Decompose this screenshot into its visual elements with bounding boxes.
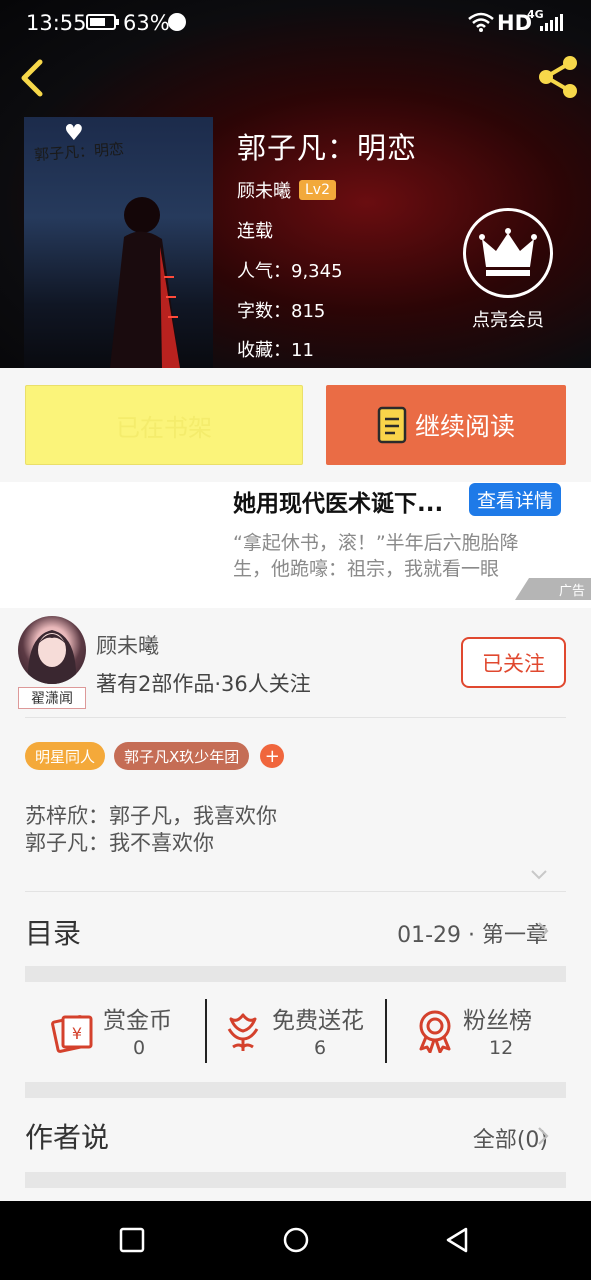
cover-title: 郭子凡：明恋 — [33, 139, 125, 165]
free-flower-stat[interactable]: 免费送花 6 — [207, 995, 385, 1067]
chevron-down-icon[interactable] — [530, 866, 548, 884]
author-card: 翟潇闻 顾未曦 著有2部作品·36人关注 已关注 — [0, 608, 591, 718]
wifi-icon — [468, 12, 494, 32]
book-icon — [377, 406, 407, 444]
svg-text:¥: ¥ — [72, 1024, 82, 1043]
continue-reading-label: 继续阅读 — [414, 412, 515, 441]
vip-button[interactable]: 点亮会员 — [463, 208, 553, 331]
section-separator — [25, 1082, 566, 1098]
tag-item[interactable]: 郭子凡X玖少年团 — [114, 742, 250, 770]
ribbon-medal-icon — [419, 1010, 451, 1053]
flower-icon — [227, 1013, 259, 1051]
intro-line: 苏梓欣：郭子凡，我喜欢你 — [25, 804, 277, 828]
author-row[interactable]: 顾未曦 Lv2 — [237, 177, 336, 203]
book-detail-screen: 13:55 63% HD 4G ♥ 郭子凡：明恋 郭子凡：明恋 顾未曦 Lv2 … — [0, 0, 591, 1280]
continue-reading-button[interactable]: 继续阅读 — [326, 385, 566, 465]
ad-title[interactable]: 她用现代医术诞下... — [233, 484, 443, 518]
book-header: 13:55 63% HD 4G ♥ 郭子凡：明恋 郭子凡：明恋 顾未曦 Lv2 … — [0, 0, 591, 368]
battery-icon — [86, 14, 119, 30]
globe-icon — [168, 13, 186, 31]
stat-value: 6 — [314, 1037, 327, 1059]
battery-percent: 63% — [123, 11, 170, 35]
catalog-latest-chapter[interactable]: 01-29 · 第一章 — [397, 917, 548, 949]
crown-icon — [463, 208, 553, 298]
intro-line: 郭子凡：我不喜欢你 — [25, 831, 214, 855]
tag-item[interactable]: 明星同人 — [25, 742, 106, 770]
cover-person-image — [110, 197, 180, 368]
catalog-title[interactable]: 目录 — [25, 912, 81, 952]
stats-row: ¥ 赏金币 0 免费送花 6 粉丝榜 12 — [25, 995, 566, 1067]
back-triangle-icon[interactable] — [443, 1225, 473, 1255]
in-shelf-button[interactable]: 已在书架 — [25, 385, 303, 465]
chevron-left-icon[interactable] — [14, 56, 50, 100]
divider — [25, 717, 566, 718]
add-tag-icon[interactable]: + — [260, 744, 285, 768]
stat-label: 赏金币 — [103, 1008, 172, 1034]
serial-status: 连载 — [237, 221, 273, 242]
system-nav-bar — [0, 1201, 591, 1280]
level-badge: Lv2 — [299, 180, 336, 200]
ad-details-button[interactable]: 查看详情 — [469, 483, 561, 516]
tag-list: 明星同人 郭子凡X玖少年团 + — [25, 742, 285, 770]
author-name[interactable]: 顾未曦 — [237, 177, 291, 203]
section-separator — [25, 966, 566, 982]
signal-icon — [540, 13, 563, 31]
ad-banner[interactable]: 她用现代医术诞下... 查看详情 “拿起休书，滚！”半年后六胞胎降生，他跪嚎：祖… — [0, 482, 591, 608]
avatar[interactable] — [18, 616, 86, 684]
stat-value: 0 — [133, 1037, 146, 1059]
reward-coin-icon: ¥ — [51, 1015, 93, 1053]
author-card-summary: 著有2部作品·36人关注 — [96, 672, 311, 696]
recent-apps-icon[interactable] — [117, 1225, 147, 1255]
author-card-name[interactable]: 顾未曦 — [96, 630, 159, 660]
word-count: 字数：815 — [237, 301, 326, 322]
action-bar: 已在书架 继续阅读 — [0, 368, 591, 482]
home-icon[interactable] — [281, 1225, 311, 1255]
stat-value: 12 — [489, 1037, 514, 1059]
section-separator — [25, 1172, 566, 1188]
book-title: 郭子凡：明恋 — [237, 131, 418, 165]
chevron-right-icon[interactable] — [536, 920, 550, 942]
ad-description: “拿起休书，滚！”半年后六胞胎降生，他跪嚎：祖宗，我就看一眼 — [233, 532, 519, 580]
chevron-right-icon[interactable] — [536, 1125, 550, 1147]
book-cover[interactable]: ♥ 郭子凡：明恋 — [24, 117, 213, 368]
favorites-count: 收藏：11 — [237, 340, 314, 361]
stat-label: 免费送花 — [272, 1008, 364, 1034]
reward-coin-stat[interactable]: ¥ 赏金币 0 — [25, 995, 205, 1067]
status-bar: 13:55 63% HD 4G — [0, 0, 591, 46]
share-icon[interactable] — [534, 54, 582, 100]
followed-button[interactable]: 已关注 — [461, 637, 566, 688]
vip-label: 点亮会员 — [472, 310, 544, 331]
stat-label: 粉丝榜 — [463, 1008, 532, 1034]
avatar-tag: 翟潇闻 — [18, 687, 86, 709]
popularity: 人气：9,345 — [237, 261, 343, 282]
fan-ranking-stat[interactable]: 粉丝榜 12 — [387, 995, 566, 1067]
author-says-title[interactable]: 作者说 — [25, 1116, 109, 1156]
status-time: 13:55 — [26, 11, 87, 35]
divider — [25, 891, 566, 892]
book-intro: 苏梓欣：郭子凡，我喜欢你 郭子凡：我不喜欢你 — [25, 803, 277, 857]
